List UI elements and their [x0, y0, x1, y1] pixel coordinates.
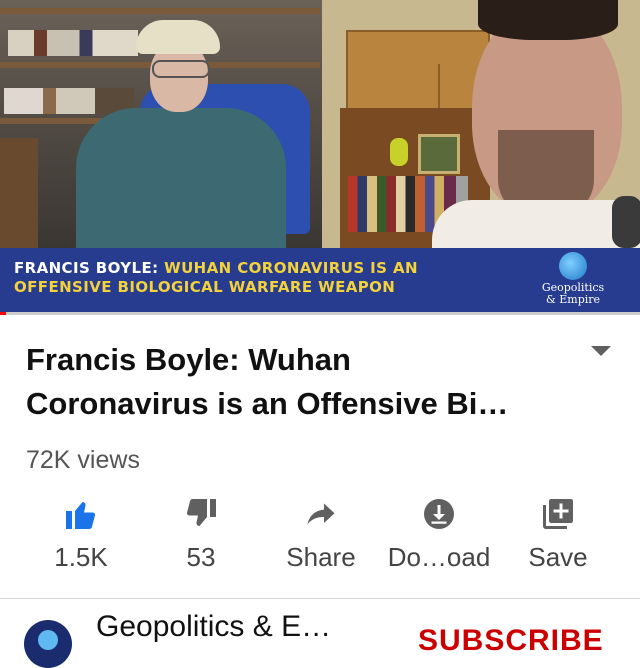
- dislike-count: 53: [186, 542, 216, 572]
- dislike-button[interactable]: 53: [141, 496, 261, 573]
- cabinet: [346, 30, 490, 136]
- thumbs-down-icon: [186, 499, 216, 526]
- share-button[interactable]: Share: [261, 496, 381, 573]
- video-left-pane: [0, 0, 322, 248]
- save-button[interactable]: Save: [498, 496, 618, 573]
- picture-frame: [418, 134, 460, 174]
- cap: [136, 20, 220, 54]
- video-title-line-2: Coronavirus is an Offensive Bi…: [26, 386, 509, 421]
- logo-line-2: & Empire: [545, 293, 601, 306]
- video-right-pane: [322, 0, 640, 248]
- channel-logo-text: Geopolitics & Empire: [528, 282, 618, 306]
- person-right-body: [432, 200, 640, 248]
- download-label: Do…oad: [387, 542, 491, 572]
- hair: [478, 0, 618, 40]
- shelf: [0, 8, 320, 14]
- video-title-line-1: Francis Boyle: Wuhan: [26, 342, 351, 377]
- banner-name: FRANCIS BOYLE:: [14, 259, 159, 277]
- microphone: [612, 196, 640, 248]
- view-count: 72K views: [26, 446, 140, 474]
- save-icon: [543, 499, 573, 529]
- thumbs-up-icon: [66, 502, 96, 529]
- share-icon: [307, 503, 335, 525]
- banner-line-2: OFFENSIVE BIOLOGICAL WARFARE WEAPON: [14, 278, 396, 296]
- save-label: Save: [528, 542, 588, 572]
- books: [8, 30, 138, 56]
- desk: [0, 138, 38, 248]
- progress-bar-fill: [0, 312, 6, 315]
- divider: [0, 598, 640, 599]
- share-label: Share: [286, 542, 356, 572]
- subscribe-button[interactable]: SUBSCRIBE: [418, 624, 604, 658]
- banner-line-1: FRANCIS BOYLE: WUHAN CORONAVIRUS IS AN: [14, 259, 418, 277]
- channel-name[interactable]: Geopolitics & E…: [96, 610, 331, 644]
- globe-logo-icon: [559, 252, 587, 280]
- video-player[interactable]: FRANCIS BOYLE: WUHAN CORONAVIRUS IS AN O…: [0, 0, 640, 312]
- vase: [390, 138, 408, 166]
- like-count: 1.5K: [54, 542, 108, 572]
- expand-chevron-icon[interactable]: [591, 346, 611, 356]
- like-button[interactable]: 1.5K: [21, 496, 141, 573]
- globe-icon: [38, 630, 58, 650]
- download-button[interactable]: Do…oad: [379, 496, 499, 573]
- glasses: [152, 60, 210, 78]
- progress-bar[interactable]: [0, 312, 640, 315]
- person-left-body: [76, 108, 286, 248]
- download-icon: [424, 499, 454, 529]
- books: [4, 88, 134, 114]
- video-title[interactable]: Francis Boyle: Wuhan Coronavirus is an O…: [26, 338, 566, 426]
- channel-avatar[interactable]: [24, 620, 72, 668]
- banner-highlight: WUHAN CORONAVIRUS IS AN: [164, 259, 418, 277]
